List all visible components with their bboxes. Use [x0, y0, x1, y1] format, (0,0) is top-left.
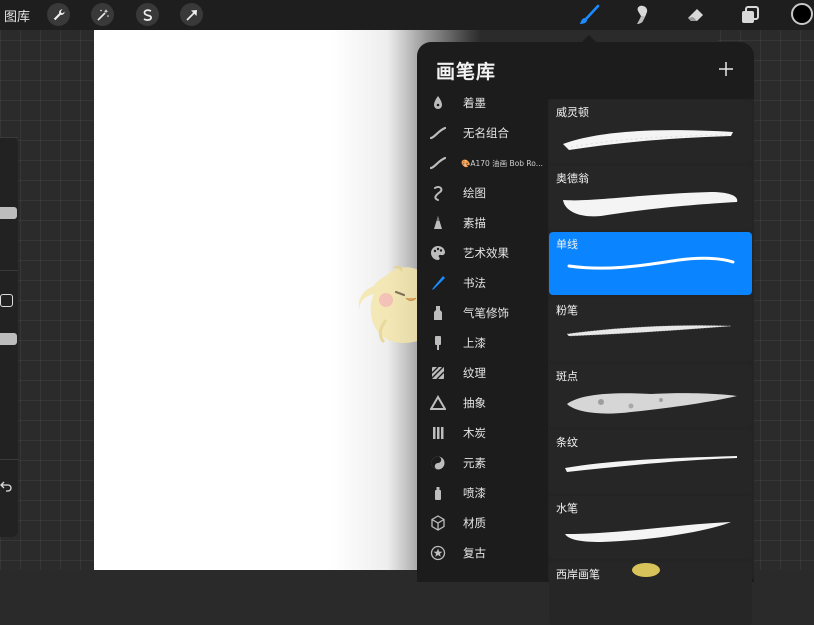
plus-icon	[719, 62, 733, 76]
eraser-icon	[688, 9, 703, 21]
pencil-tip-icon	[434, 216, 442, 229]
sidebar-divider	[0, 270, 18, 271]
layers-icon	[742, 6, 759, 23]
brush-item[interactable]: 粉笔	[549, 298, 752, 361]
brush-set-item[interactable]: 喷漆	[425, 478, 549, 508]
brush-item[interactable]: 威灵顿	[549, 100, 752, 163]
adjustments-button[interactable]	[91, 3, 114, 26]
smudge-icon	[637, 5, 648, 24]
brush-stroke-preview	[563, 130, 733, 150]
brush-set-item[interactable]: 材质	[425, 508, 549, 538]
panel-title: 画笔库	[436, 61, 497, 83]
palette-icon	[431, 245, 445, 260]
curl-icon	[434, 185, 443, 201]
brush-set-item[interactable]: 🎨A170 油画 Bob Ro...	[425, 148, 549, 178]
brush-tool[interactable]	[577, 3, 601, 27]
brush-stroke-preview	[567, 393, 737, 414]
brush-set-item[interactable]: 上漆	[425, 328, 549, 358]
magic-wand-icon	[96, 8, 109, 21]
brush-set-item[interactable]: 艺术效果	[425, 238, 549, 268]
stroke-icon	[430, 156, 446, 170]
brush-set-item[interactable]: 元素	[425, 448, 549, 478]
cube-icon	[431, 515, 445, 531]
brush-library-panel: 画笔库 着墨 无名组合 🎨A170 油画 Bob Ro... 绘图 素描 艺术效…	[417, 42, 754, 625]
hatch-texture-icon	[431, 366, 445, 380]
add-brush-button[interactable]	[717, 60, 737, 80]
calligraphy-pen-icon	[432, 276, 445, 290]
mascot-fragment	[632, 563, 660, 577]
triangle-icon	[430, 395, 446, 410]
modify-button[interactable]	[0, 294, 13, 307]
brush-set-item[interactable]: 复古	[425, 538, 549, 568]
brush-set-item[interactable]: 素描	[425, 208, 549, 238]
brush-item[interactable]: 水笔	[549, 496, 752, 559]
brush-item[interactable]: 奥德翁	[549, 166, 752, 229]
color-picker-swatch[interactable]	[791, 3, 813, 25]
ink-drop-icon	[434, 96, 442, 109]
transform-arrow-icon	[185, 9, 197, 21]
brush-set-item[interactable]: 抽象	[425, 388, 549, 418]
brush-set-item[interactable]: 纹理	[425, 358, 549, 388]
opacity-slider[interactable]	[0, 333, 17, 345]
brush-stroke-preview	[563, 192, 738, 217]
brush-set-item[interactable]: 无名组合	[425, 118, 549, 148]
spray-can-icon	[435, 487, 441, 500]
brush-item[interactable]: 条纹	[549, 430, 752, 493]
paint-tube-icon	[435, 336, 441, 350]
wrench-icon	[53, 8, 65, 20]
undo-icon	[0, 481, 12, 492]
actions-button[interactable]	[47, 3, 70, 26]
brush-set-item-active[interactable]: 书法	[425, 268, 549, 298]
brush-icon	[580, 4, 600, 24]
layers-tool[interactable]	[738, 3, 762, 27]
brush-set-item[interactable]: 着墨	[425, 88, 549, 118]
airbrush-icon	[434, 306, 442, 320]
brush-stroke-preview	[566, 325, 732, 337]
brush-item-selected[interactable]: 单线	[549, 232, 752, 295]
star-badge-icon	[430, 545, 446, 561]
undo-button[interactable]	[0, 477, 16, 492]
gallery-link[interactable]: 图库	[4, 6, 30, 25]
brush-size-slider[interactable]	[0, 207, 17, 219]
brush-stroke-preview	[565, 456, 737, 472]
sidebar-divider	[0, 459, 18, 460]
transform-button[interactable]	[180, 3, 203, 26]
selection-icon	[143, 8, 152, 21]
eraser-tool[interactable]	[684, 3, 708, 27]
smudge-tool[interactable]	[631, 3, 655, 27]
brush-item[interactable]: 斑点	[549, 364, 752, 427]
charcoal-bars-icon	[433, 427, 444, 439]
selection-button[interactable]	[136, 3, 159, 26]
yin-yang-icon	[431, 456, 445, 470]
brush-stroke-preview	[567, 256, 735, 270]
brush-set-item[interactable]: 木炭	[425, 418, 549, 448]
brush-list: 威灵顿 奥德翁 单线 粉笔 斑点 条纹 水笔 西岸画笔	[548, 99, 754, 625]
brush-set-item[interactable]: 气笔修饰	[425, 298, 549, 328]
sidebar-divider	[0, 137, 18, 138]
stroke-icon	[430, 126, 446, 140]
brush-stroke-preview	[565, 522, 731, 542]
left-sidebar	[0, 137, 18, 537]
top-toolbar: 图库	[0, 0, 814, 30]
brush-set-item[interactable]: 绘图	[425, 178, 549, 208]
